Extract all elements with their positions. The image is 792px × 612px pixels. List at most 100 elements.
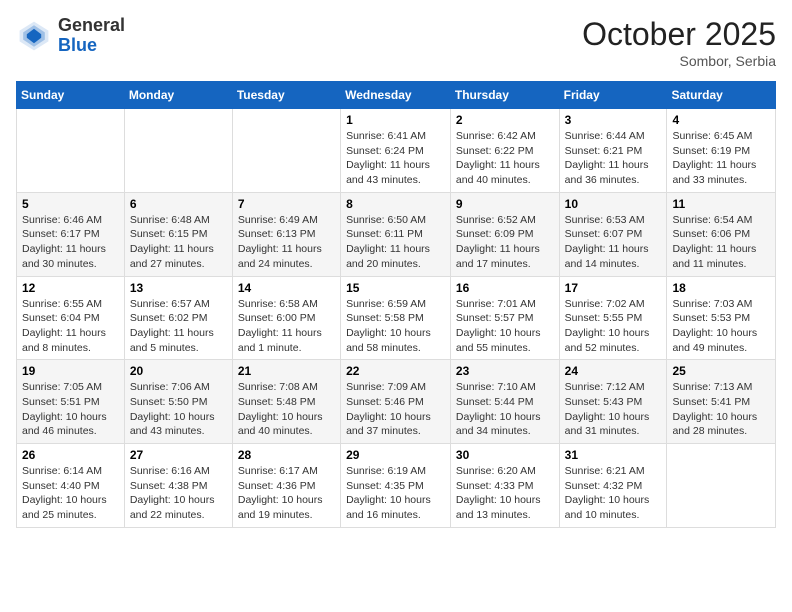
day-info: Sunrise: 6:19 AM Sunset: 4:35 PM Dayligh… <box>346 464 445 523</box>
calendar-cell: 2 Sunrise: 6:42 AM Sunset: 6:22 PM Daylig… <box>450 109 559 193</box>
day-number: 21 <box>238 364 335 378</box>
calendar-cell: 10 Sunrise: 6:53 AM Sunset: 6:07 PM Dayli… <box>559 192 667 276</box>
month-title: October 2025 <box>582 16 776 53</box>
calendar-cell: 25 Sunrise: 7:13 AM Sunset: 5:41 PM Dayli… <box>667 360 776 444</box>
day-info: Sunrise: 7:13 AM Sunset: 5:41 PM Dayligh… <box>672 380 770 439</box>
day-info: Sunrise: 7:05 AM Sunset: 5:51 PM Dayligh… <box>22 380 119 439</box>
day-info: Sunrise: 6:50 AM Sunset: 6:11 PM Dayligh… <box>346 213 445 272</box>
logo-icon <box>16 18 52 54</box>
calendar-cell: 24Sunrise: 7:12 AM Sunset: 5:43 PM Dayli… <box>559 360 667 444</box>
calendar-cell: 28 Sunrise: 6:17 AM Sunset: 4:36 PM Dayli… <box>232 444 340 528</box>
calendar-cell: 21 Sunrise: 7:08 AM Sunset: 5:48 PM Dayli… <box>232 360 340 444</box>
day-info: Sunrise: 6:49 AM Sunset: 6:13 PM Dayligh… <box>238 213 335 272</box>
calendar-cell: 23 Sunrise: 7:10 AM Sunset: 5:44 PM Dayli… <box>450 360 559 444</box>
logo-blue: Blue <box>58 36 125 56</box>
weekday-header: Thursday <box>450 82 559 109</box>
calendar-cell: 18 Sunrise: 7:03 AM Sunset: 5:53 PM Dayli… <box>667 276 776 360</box>
day-number: 29 <box>346 448 445 462</box>
calendar-cell: 12 Sunrise: 6:55 AM Sunset: 6:04 PM Dayli… <box>17 276 125 360</box>
calendar-cell: 8 Sunrise: 6:50 AM Sunset: 6:11 PM Daylig… <box>341 192 451 276</box>
day-number: 6 <box>130 197 227 211</box>
day-info: Sunrise: 7:02 AM Sunset: 5:55 PM Dayligh… <box>565 297 662 356</box>
calendar-cell: 16 Sunrise: 7:01 AM Sunset: 5:57 PM Dayli… <box>450 276 559 360</box>
day-info: Sunrise: 7:10 AM Sunset: 5:44 PM Dayligh… <box>456 380 554 439</box>
day-number: 13 <box>130 281 227 295</box>
weekday-header: Tuesday <box>232 82 340 109</box>
day-info: Sunrise: 7:03 AM Sunset: 5:53 PM Dayligh… <box>672 297 770 356</box>
calendar-cell: 26Sunrise: 6:14 AM Sunset: 4:40 PM Dayli… <box>17 444 125 528</box>
day-info: Sunrise: 6:45 AM Sunset: 6:19 PM Dayligh… <box>672 129 770 188</box>
weekday-header: Sunday <box>17 82 125 109</box>
calendar-cell: 22 Sunrise: 7:09 AM Sunset: 5:46 PM Dayli… <box>341 360 451 444</box>
day-info: Sunrise: 6:20 AM Sunset: 4:33 PM Dayligh… <box>456 464 554 523</box>
calendar-week-row: 26Sunrise: 6:14 AM Sunset: 4:40 PM Dayli… <box>17 444 776 528</box>
day-number: 9 <box>456 197 554 211</box>
calendar-cell: 19 Sunrise: 7:05 AM Sunset: 5:51 PM Dayli… <box>17 360 125 444</box>
weekday-header: Friday <box>559 82 667 109</box>
day-number: 18 <box>672 281 770 295</box>
day-info: Sunrise: 6:21 AM Sunset: 4:32 PM Dayligh… <box>565 464 662 523</box>
calendar-cell: 15Sunrise: 6:59 AM Sunset: 5:58 PM Dayli… <box>341 276 451 360</box>
weekday-header: Saturday <box>667 82 776 109</box>
day-info: Sunrise: 7:12 AM Sunset: 5:43 PM Dayligh… <box>565 380 662 439</box>
calendar-cell <box>124 109 232 193</box>
calendar-cell: 9 Sunrise: 6:52 AM Sunset: 6:09 PM Daylig… <box>450 192 559 276</box>
day-info: Sunrise: 7:01 AM Sunset: 5:57 PM Dayligh… <box>456 297 554 356</box>
logo-text: General Blue <box>58 16 125 56</box>
calendar-cell: 30 Sunrise: 6:20 AM Sunset: 4:33 PM Dayli… <box>450 444 559 528</box>
day-info: Sunrise: 6:54 AM Sunset: 6:06 PM Dayligh… <box>672 213 770 272</box>
day-number: 28 <box>238 448 335 462</box>
page-header: General Blue October 2025 Sombor, Serbia <box>16 16 776 69</box>
day-number: 22 <box>346 364 445 378</box>
day-number: 15 <box>346 281 445 295</box>
calendar-cell: 13Sunrise: 6:57 AM Sunset: 6:02 PM Dayli… <box>124 276 232 360</box>
day-number: 27 <box>130 448 227 462</box>
day-number: 16 <box>456 281 554 295</box>
day-info: Sunrise: 6:53 AM Sunset: 6:07 PM Dayligh… <box>565 213 662 272</box>
day-info: Sunrise: 6:55 AM Sunset: 6:04 PM Dayligh… <box>22 297 119 356</box>
day-number: 3 <box>565 113 662 127</box>
day-number: 12 <box>22 281 119 295</box>
day-info: Sunrise: 7:09 AM Sunset: 5:46 PM Dayligh… <box>346 380 445 439</box>
day-number: 14 <box>238 281 335 295</box>
day-number: 30 <box>456 448 554 462</box>
logo-general: General <box>58 16 125 36</box>
day-info: Sunrise: 6:14 AM Sunset: 4:40 PM Dayligh… <box>22 464 119 523</box>
day-number: 31 <box>565 448 662 462</box>
day-info: Sunrise: 6:48 AM Sunset: 6:15 PM Dayligh… <box>130 213 227 272</box>
title-block: October 2025 Sombor, Serbia <box>582 16 776 69</box>
weekday-header: Monday <box>124 82 232 109</box>
calendar-cell: 3 Sunrise: 6:44 AM Sunset: 6:21 PM Daylig… <box>559 109 667 193</box>
calendar-cell <box>17 109 125 193</box>
calendar-table: SundayMondayTuesdayWednesdayThursdayFrid… <box>16 81 776 528</box>
calendar-cell: 4Sunrise: 6:45 AM Sunset: 6:19 PM Daylig… <box>667 109 776 193</box>
day-number: 25 <box>672 364 770 378</box>
day-number: 2 <box>456 113 554 127</box>
calendar-cell: 29 Sunrise: 6:19 AM Sunset: 4:35 PM Dayli… <box>341 444 451 528</box>
day-info: Sunrise: 6:42 AM Sunset: 6:22 PM Dayligh… <box>456 129 554 188</box>
calendar-week-row: 19 Sunrise: 7:05 AM Sunset: 5:51 PM Dayli… <box>17 360 776 444</box>
calendar-week-row: 1Sunrise: 6:41 AM Sunset: 6:24 PM Daylig… <box>17 109 776 193</box>
day-info: Sunrise: 7:08 AM Sunset: 5:48 PM Dayligh… <box>238 380 335 439</box>
calendar-cell: 5Sunrise: 6:46 AM Sunset: 6:17 PM Daylig… <box>17 192 125 276</box>
day-number: 8 <box>346 197 445 211</box>
day-info: Sunrise: 6:52 AM Sunset: 6:09 PM Dayligh… <box>456 213 554 272</box>
calendar-cell: 7 Sunrise: 6:49 AM Sunset: 6:13 PM Daylig… <box>232 192 340 276</box>
calendar-cell: 20Sunrise: 7:06 AM Sunset: 5:50 PM Dayli… <box>124 360 232 444</box>
day-number: 17 <box>565 281 662 295</box>
logo: General Blue <box>16 16 125 56</box>
day-info: Sunrise: 6:46 AM Sunset: 6:17 PM Dayligh… <box>22 213 119 272</box>
day-number: 19 <box>22 364 119 378</box>
day-info: Sunrise: 7:06 AM Sunset: 5:50 PM Dayligh… <box>130 380 227 439</box>
day-info: Sunrise: 6:17 AM Sunset: 4:36 PM Dayligh… <box>238 464 335 523</box>
day-number: 23 <box>456 364 554 378</box>
day-number: 7 <box>238 197 335 211</box>
calendar-week-row: 5Sunrise: 6:46 AM Sunset: 6:17 PM Daylig… <box>17 192 776 276</box>
calendar-cell <box>667 444 776 528</box>
day-info: Sunrise: 6:44 AM Sunset: 6:21 PM Dayligh… <box>565 129 662 188</box>
calendar-cell: 6 Sunrise: 6:48 AM Sunset: 6:15 PM Daylig… <box>124 192 232 276</box>
weekday-header-row: SundayMondayTuesdayWednesdayThursdayFrid… <box>17 82 776 109</box>
day-number: 10 <box>565 197 662 211</box>
calendar-cell: 14Sunrise: 6:58 AM Sunset: 6:00 PM Dayli… <box>232 276 340 360</box>
weekday-header: Wednesday <box>341 82 451 109</box>
